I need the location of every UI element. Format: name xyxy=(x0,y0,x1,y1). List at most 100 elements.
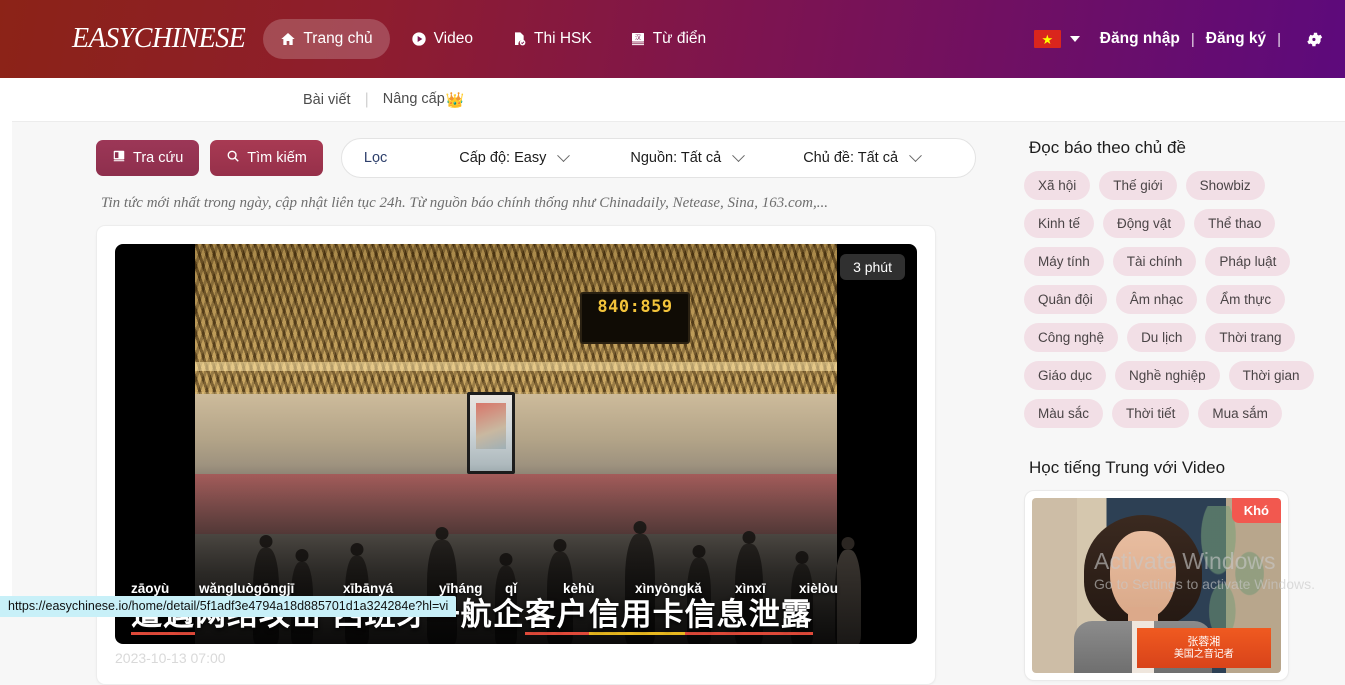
browser-status-bar: https://easychinese.io/home/detail/5f1ad… xyxy=(0,596,457,617)
topic-tag[interactable]: Động vật xyxy=(1103,209,1186,238)
filter-source-value: Tất cả xyxy=(680,150,722,166)
register-link[interactable]: Đăng ký xyxy=(1206,30,1266,48)
duration-badge: 3 phút xyxy=(840,254,905,280)
topic-tag[interactable]: Giáo dục xyxy=(1024,361,1107,390)
login-link[interactable]: Đăng nhập xyxy=(1100,30,1180,48)
pinyin-2: xībānyá xyxy=(343,581,394,597)
title-seg-6: 信用卡 xyxy=(588,597,685,636)
logo-text-chinese: CHINESE xyxy=(133,23,246,54)
caption-role: 美国之音记者 xyxy=(1173,648,1234,660)
topic-tag[interactable]: Thời trang xyxy=(1205,323,1296,352)
logo-text-easy: EASY xyxy=(72,23,134,54)
subnav-item-upgrade[interactable]: Nâng cấp👑 xyxy=(383,91,465,109)
crown-icon: 👑 xyxy=(445,91,465,109)
topic-tag[interactable]: Màu sắc xyxy=(1024,399,1104,428)
header-right: ★ Đăng nhập | Đăng ký | xyxy=(1033,30,1325,49)
topic-tag[interactable]: Xã hội xyxy=(1024,171,1091,200)
lookup-button-label: Tra cứu xyxy=(133,150,184,166)
topic-tag[interactable]: Thể thao xyxy=(1194,209,1276,238)
video-caption-bar: 张蓉湘 美国之音记者 xyxy=(1136,628,1272,668)
nav-item-video-label: Video xyxy=(433,30,473,47)
topic-tag[interactable]: Thế giới xyxy=(1099,171,1177,200)
chevron-down-icon xyxy=(732,148,746,162)
site-logo[interactable]: EASYCHINESE xyxy=(72,23,246,55)
search-button-label: Tìm kiếm xyxy=(247,150,307,166)
filter-topic-text: Chủ đề: Tất cả xyxy=(803,150,898,166)
topic-tag-list: Xã hội Thế giới Showbiz Kinh tế Động vật… xyxy=(1024,171,1324,428)
search-icon xyxy=(226,149,240,167)
dictionary-book-icon: 汉 xyxy=(630,31,646,47)
topic-tag[interactable]: Pháp luật xyxy=(1205,247,1291,276)
pinyin-1: wǎngluògōngjī xyxy=(199,581,295,597)
title-seg-8: 泄露 xyxy=(748,597,813,636)
nav-item-dictionary-label: Từ điển xyxy=(652,30,707,47)
topic-tag[interactable]: Công nghệ xyxy=(1024,323,1119,352)
left-page-edge xyxy=(0,78,12,617)
topic-tag[interactable]: Âm nhạc xyxy=(1115,285,1198,314)
nav-item-hsk[interactable]: Thi HSK xyxy=(494,19,609,59)
filter-topic-value: Tất cả xyxy=(857,150,899,166)
caption-name: 张蓉湘 xyxy=(1187,636,1221,649)
topic-tag[interactable]: Ẩm thực xyxy=(1206,285,1286,314)
vietnam-flag-icon[interactable]: ★ xyxy=(1033,30,1061,48)
nav-item-video[interactable]: Video xyxy=(394,19,490,59)
flag-star: ★ xyxy=(1041,31,1054,47)
topic-tag[interactable]: Mua sắm xyxy=(1198,399,1282,428)
topic-tag[interactable]: Du lịch xyxy=(1127,323,1197,352)
subnav-item-articles[interactable]: Bài viết xyxy=(303,92,351,108)
pinyin-6: xìnyòngkǎ xyxy=(635,581,702,597)
sidebar: Đọc báo theo chủ đề Xã hội Thế giới Show… xyxy=(1024,138,1324,685)
filter-source-select[interactable]: Nguồn: Tất cả xyxy=(630,148,746,166)
topics-heading: Đọc báo theo chủ đề xyxy=(1029,138,1186,157)
book-icon xyxy=(112,149,126,167)
video-section-heading: Học tiếng Trung với Video xyxy=(1029,458,1226,477)
subnav-item-upgrade-label: Nâng cấp xyxy=(382,90,445,107)
home-icon xyxy=(280,31,296,47)
topic-tag[interactable]: Nghề nghiệp xyxy=(1115,361,1220,390)
topic-tag[interactable]: Tài chính xyxy=(1112,247,1197,276)
pinyin-5: kèhù xyxy=(563,581,595,597)
topic-tag[interactable]: Thời gian xyxy=(1228,361,1314,390)
chevron-down-icon xyxy=(909,148,922,162)
pinyin-4: qǐ xyxy=(505,581,517,597)
filter-level-select[interactable]: Cấp độ: Easy xyxy=(459,148,571,166)
play-circle-icon xyxy=(411,31,427,47)
filter-bar: Lọc Cấp độ: Easy Nguồn: Tất cả Chủ đề: T… xyxy=(340,138,976,178)
topic-tag[interactable]: Kinh tế xyxy=(1024,209,1095,238)
topic-tag[interactable]: Thời tiết xyxy=(1112,399,1190,428)
file-check-icon xyxy=(511,31,527,47)
nav-item-hsk-label: Thi HSK xyxy=(533,30,592,47)
pinyin-0: zāoyù xyxy=(131,581,170,597)
header-separator-2: | xyxy=(1277,30,1281,48)
sub-nav: Bài viết | Nâng cấp👑 xyxy=(0,78,1345,122)
language-chevron-down-icon[interactable] xyxy=(1069,36,1080,42)
filter-toolbar: Tra cứu Tìm kiếm Lọc Cấp độ: Easy Nguồn:… xyxy=(96,138,976,178)
gear-icon[interactable] xyxy=(1306,30,1325,49)
topic-tag[interactable]: Máy tính xyxy=(1024,247,1104,276)
video-card[interactable]: 张蓉湘 美国之音记者 Khó xyxy=(1024,490,1289,681)
video-thumbnail[interactable]: 张蓉湘 美国之音记者 Khó xyxy=(1032,498,1281,673)
article-thumbnail[interactable]: 840:859 xyxy=(115,244,917,644)
topic-tag[interactable]: Showbiz xyxy=(1185,171,1265,200)
search-button[interactable]: Tìm kiếm xyxy=(210,140,323,176)
main-nav: Trang chủ Video Thi HSK 汉 Từ điển xyxy=(263,19,723,59)
filter-topic-select[interactable]: Chủ đề: Tất cả xyxy=(803,148,922,166)
pinyin-8: xièlòu xyxy=(799,581,839,597)
filter-level-label: Cấp độ: xyxy=(459,150,511,166)
title-seg-7: 信息 xyxy=(684,597,749,636)
subnav-separator: | xyxy=(364,90,369,108)
pinyin-7: xìnxī xyxy=(735,581,766,597)
article-meta-date: 2023-10-13 07:00 xyxy=(115,650,226,666)
site-header: EASYCHINESE Trang chủ Video Thi HSK 汉 Từ… xyxy=(0,0,1345,78)
pinyin-3: yīháng xyxy=(439,581,483,597)
nav-item-home-label: Trang chủ xyxy=(303,30,373,47)
page-subtitle: Tin tức mới nhất trong ngày, cập nhật li… xyxy=(101,195,828,211)
topic-tag[interactable]: Quân đội xyxy=(1024,285,1107,314)
pinyin-row: zāoyù wǎngluògōngjī xībānyá yīháng qǐ kè… xyxy=(131,581,901,596)
chevron-down-icon xyxy=(557,148,571,162)
filter-level-text: Cấp độ: Easy xyxy=(459,150,546,166)
filter-source-label: Nguồn: xyxy=(630,150,678,166)
lookup-button[interactable]: Tra cứu xyxy=(96,140,200,176)
nav-item-dictionary[interactable]: 汉 Từ điển xyxy=(613,19,723,59)
nav-item-home[interactable]: Trang chủ xyxy=(263,19,390,59)
